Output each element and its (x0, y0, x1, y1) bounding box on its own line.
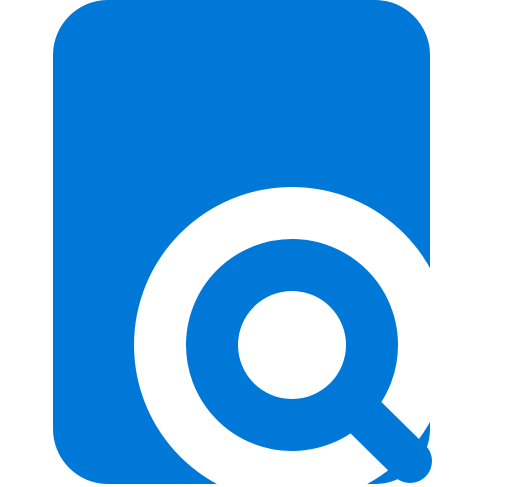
document-search-icon (53, 0, 432, 484)
icon-canvas (0, 0, 512, 487)
